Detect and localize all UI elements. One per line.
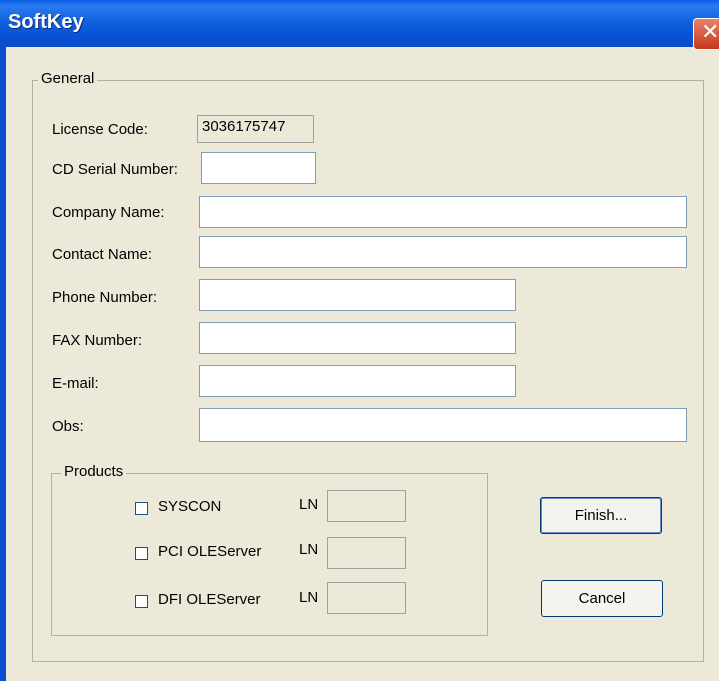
dfi-oleserver-label: DFI OLEServer	[158, 591, 261, 608]
contact-name-field[interactable]	[199, 236, 687, 268]
close-button[interactable]: ✕	[693, 18, 719, 50]
phone-number-field[interactable]	[199, 279, 516, 311]
pci-oleserver-checkbox[interactable]	[135, 547, 148, 560]
company-name-label: Company Name:	[52, 204, 165, 221]
company-name-field[interactable]	[199, 196, 687, 228]
syscon-ln-field	[327, 490, 406, 522]
email-label: E-mail:	[52, 375, 99, 392]
cd-serial-label: CD Serial Number:	[52, 161, 178, 178]
contact-name-label: Contact Name:	[52, 246, 153, 263]
email-field[interactable]	[199, 365, 516, 397]
close-icon: ✕	[701, 20, 719, 45]
pci-oleserver-label: PCI OLEServer	[158, 543, 262, 560]
window-frame	[0, 47, 6, 681]
syscon-ln-label: LN	[299, 496, 319, 513]
cancel-button[interactable]: Cancel	[541, 580, 663, 617]
window-title: SoftKey	[8, 11, 84, 33]
finish-button[interactable]: Finish...	[540, 497, 662, 534]
fax-number-field[interactable]	[199, 322, 516, 354]
obs-field[interactable]	[199, 408, 687, 442]
phone-number-label: Phone Number:	[52, 289, 158, 306]
obs-label: Obs:	[52, 418, 84, 435]
dfi-oleserver-ln-label: LN	[299, 589, 319, 606]
pci-oleserver-ln-field	[327, 537, 406, 569]
products-groupbox	[51, 473, 488, 636]
license-code-field: 3036175747	[197, 115, 314, 143]
cd-serial-field[interactable]	[201, 152, 316, 184]
title-bar[interactable]: SoftKey ✕	[0, 0, 719, 50]
products-groupbox-title: Products	[61, 463, 127, 480]
syscon-checkbox[interactable]	[135, 502, 148, 515]
license-code-label: License Code:	[52, 121, 148, 138]
pci-oleserver-ln-label: LN	[299, 541, 319, 558]
dfi-oleserver-ln-field	[327, 582, 406, 614]
dfi-oleserver-checkbox[interactable]	[135, 595, 148, 608]
syscon-label: SYSCON	[158, 498, 222, 515]
general-groupbox-title: General	[38, 70, 98, 87]
fax-number-label: FAX Number:	[52, 332, 143, 349]
softkey-dialog: SoftKey ✕ General License Code: 30361757…	[0, 0, 719, 681]
